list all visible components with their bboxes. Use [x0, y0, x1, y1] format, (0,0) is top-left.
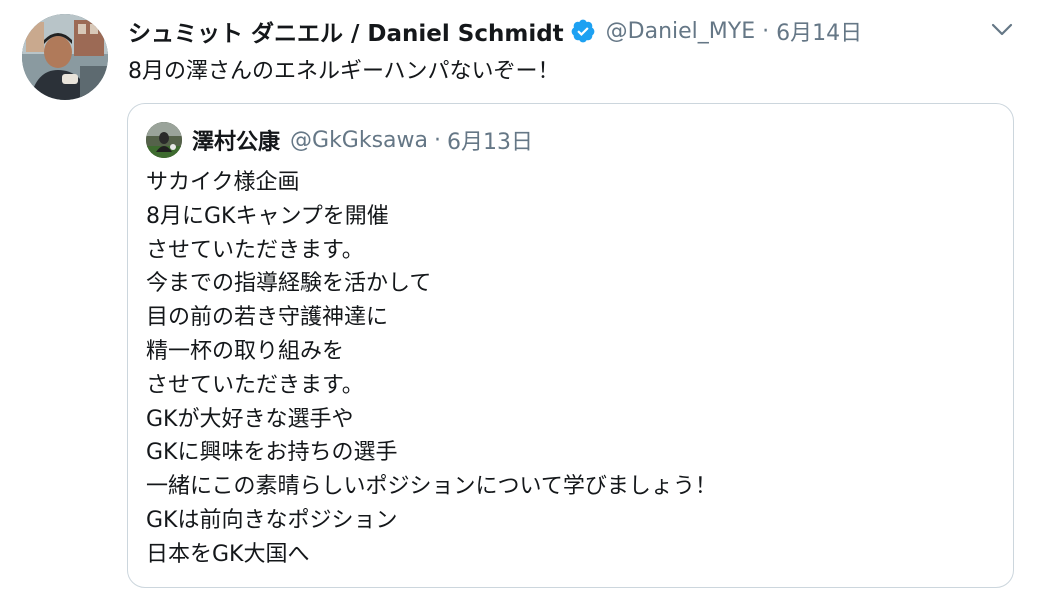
avatar-photo-icon: [22, 14, 108, 100]
quoted-text-line: 今までの指導経験を活かして: [146, 271, 432, 297]
quoted-text-line: 精一杯の取り組みを: [146, 338, 345, 364]
quoted-text-line: 目の前の若き守護神達に: [146, 305, 389, 331]
author-handle[interactable]: @Daniel_MYE: [606, 19, 755, 44]
verified-badge-icon: [571, 19, 595, 43]
chevron-down-icon[interactable]: [990, 20, 1014, 40]
quoted-text-line: 8月にGKキャンプを開催: [146, 203, 389, 229]
quoted-text-line: GKは前向きなポジション: [146, 507, 398, 533]
tweet[interactable]: シュミット ダニエル / Daniel Schmidt @Daniel_MYE …: [0, 0, 1037, 600]
quoted-author-avatar: [146, 122, 182, 158]
quoted-tweet-text: サカイク様企画 8月にGKキャンプを開催 させていただきます。 今までの指導経験…: [146, 166, 717, 572]
separator-dot: ·: [762, 18, 770, 44]
quoted-text-line: させていただきます。: [146, 372, 364, 398]
quoted-text-line: させていただきます。: [146, 237, 364, 263]
avatar-photo-icon: [146, 122, 182, 158]
quoted-text-line: 一緒にこの素晴らしいポジションについて学びましょう！: [146, 474, 717, 500]
quoted-tweet-card[interactable]: 澤村公康 @GkGksawa · 6月13日 サカイク様企画 8月にGKキャンプ…: [127, 103, 1014, 588]
quoted-text-line: GKに興味をお持ちの選手: [146, 440, 398, 466]
quoted-tweet-date: 6月13日: [447, 130, 534, 155]
quoted-text-line: サカイク様企画: [146, 170, 300, 195]
quoted-author-handle: @GkGksawa: [290, 127, 429, 153]
tweet-header: シュミット ダニエル / Daniel Schmidt @Daniel_MYE …: [128, 14, 862, 48]
quoted-author-display-name: 澤村公康: [192, 130, 281, 155]
author-display-name[interactable]: シュミット ダニエル / Daniel Schmidt: [128, 14, 564, 48]
separator-dot: ·: [434, 127, 442, 153]
quoted-tweet-header: 澤村公康 @GkGksawa · 6月13日: [146, 120, 533, 160]
quoted-text-line: GKが大好きな選手や: [146, 406, 354, 432]
tweet-text: 8月の澤さんのエネルギーハンパないぞー！: [128, 59, 560, 84]
author-avatar[interactable]: [22, 14, 108, 100]
quoted-text-line: 日本をGK大国へ: [146, 541, 310, 567]
tweet-date[interactable]: 6月14日: [776, 15, 862, 47]
